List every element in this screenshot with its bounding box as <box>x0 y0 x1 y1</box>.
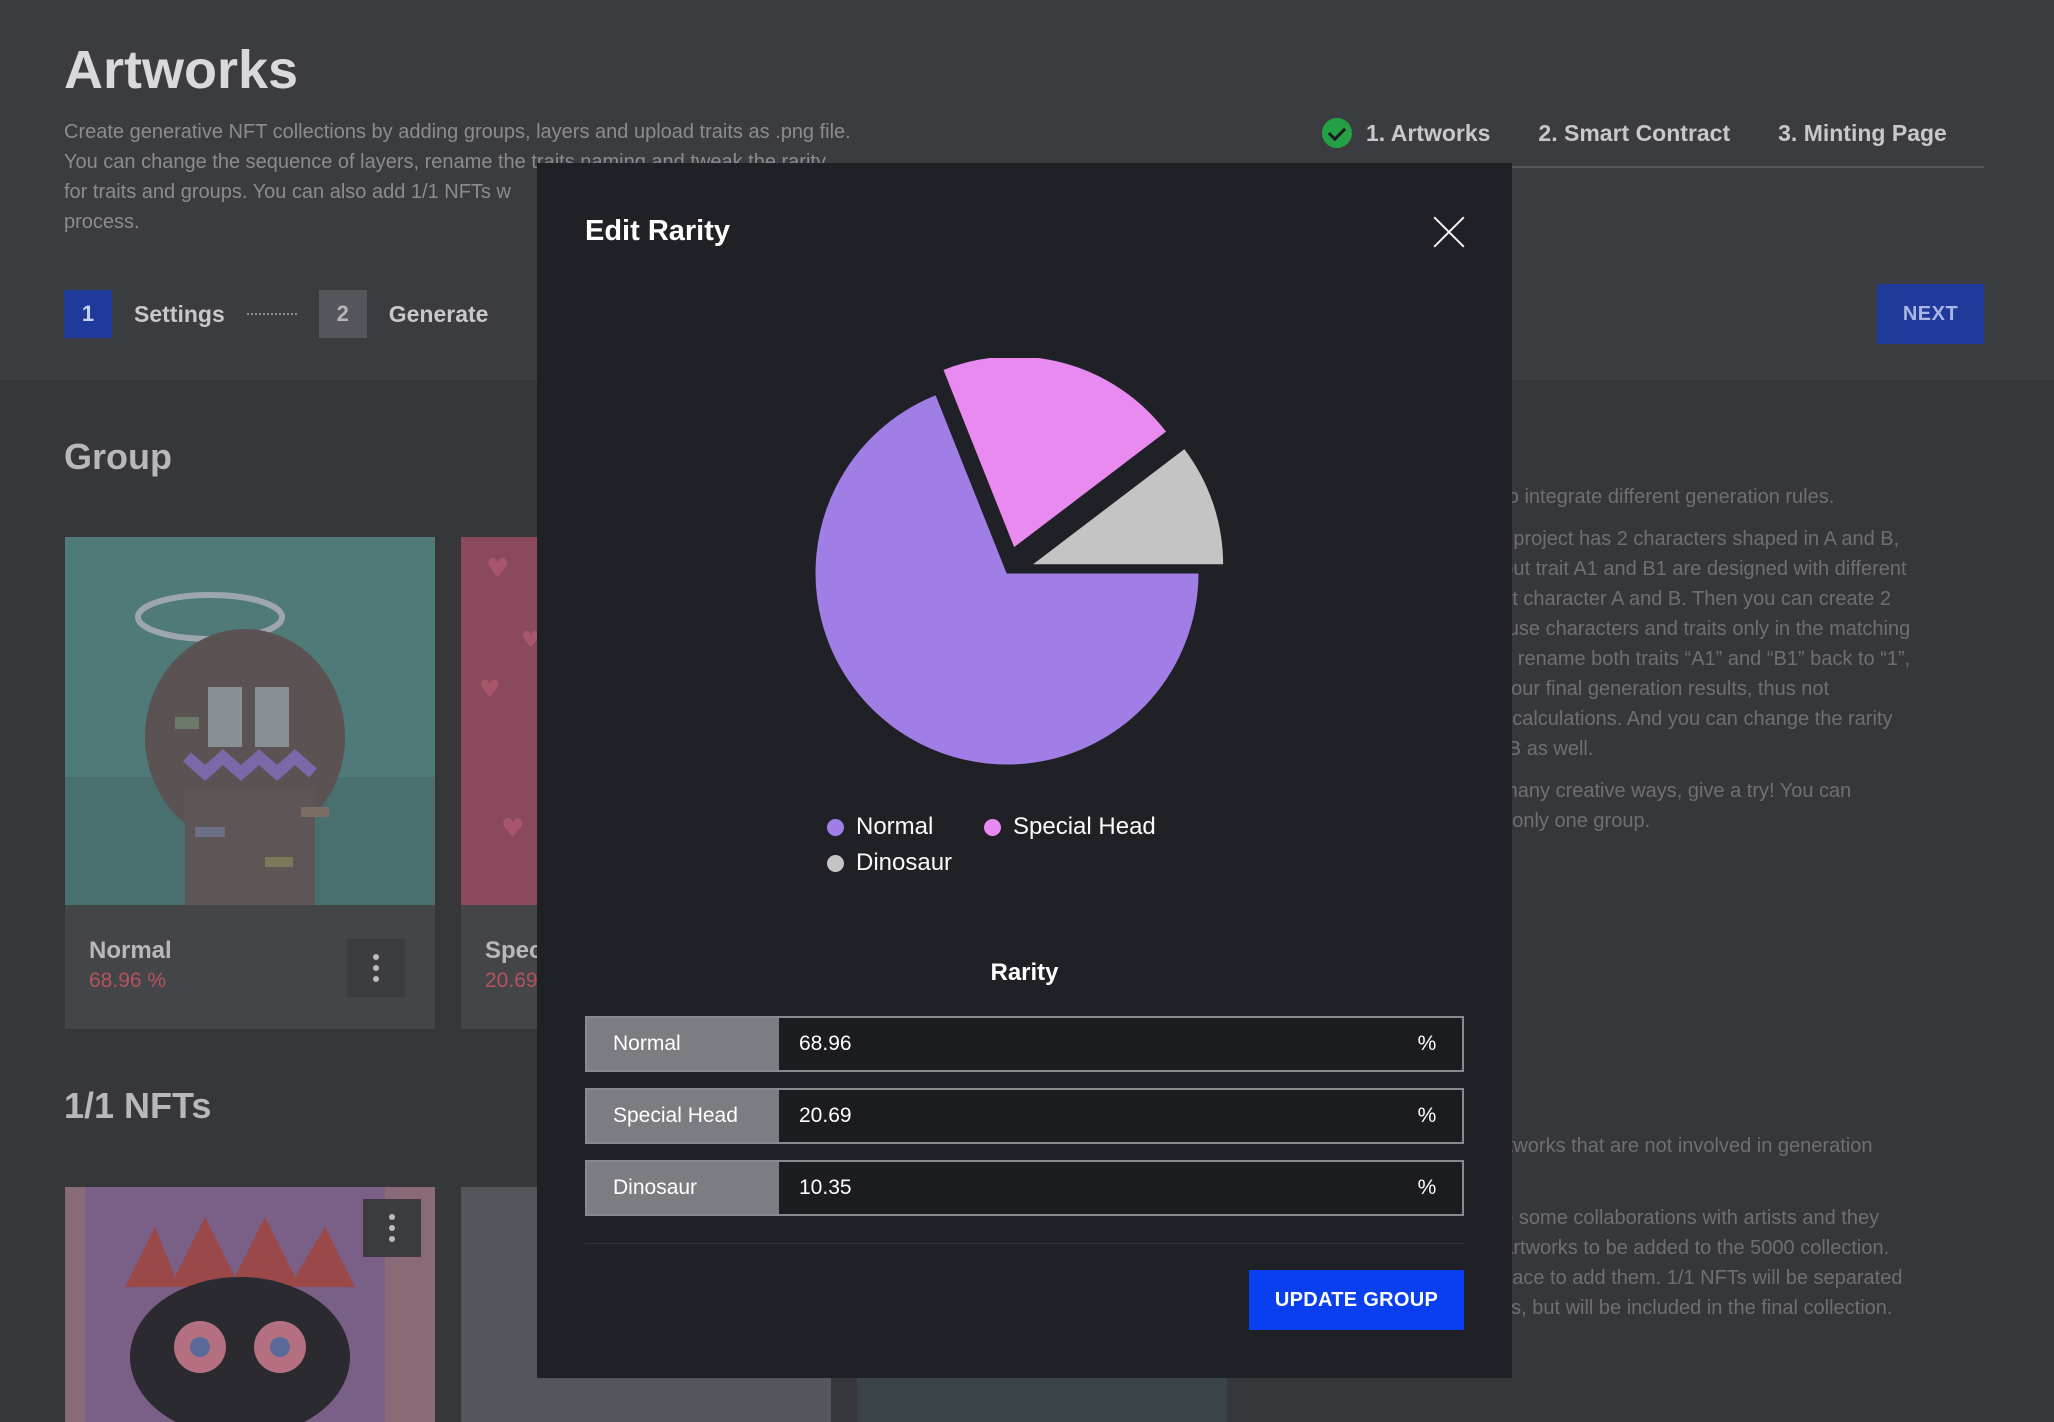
rarity-input-dinosaur[interactable] <box>779 1162 1392 1214</box>
rarity-row-label: Normal <box>587 1018 779 1070</box>
svg-text:♥: ♥ <box>486 554 509 584</box>
legend-item-normal[interactable]: Normal <box>827 813 984 841</box>
top-progress-steps: 1. Artworks 2. Smart Contract 3. Minting… <box>1322 118 1947 148</box>
top-step-label: 2. Smart Contract <box>1538 119 1731 146</box>
rarity-pie-chart <box>814 358 1225 766</box>
info-text: pfp project has 2 characters shaped in A… <box>1480 528 1911 760</box>
rarity-row-label: Special Head <box>587 1090 779 1142</box>
legend-label: Normal <box>856 813 934 840</box>
step-label-settings[interactable]: Settings <box>134 301 225 328</box>
info-text: l artworks that are not involved in gene… <box>1480 1135 1873 1157</box>
info-text: in many creative ways, give a try! You c… <box>1480 780 1852 832</box>
next-button[interactable]: NEXT <box>1877 284 1984 344</box>
more-options-icon[interactable] <box>347 939 405 997</box>
rarity-input-normal[interactable] <box>779 1018 1392 1070</box>
step-connector <box>246 313 297 315</box>
modal-title: Edit Rarity <box>585 215 731 247</box>
legend-label: Dinosaur <box>856 849 953 876</box>
group-section-title: Group <box>64 436 172 477</box>
percent-unit: % <box>1417 1176 1437 1199</box>
group-card-name: Normal <box>89 937 172 964</box>
rarity-row-dinosaur: Dinosaur % <box>585 1160 1464 1216</box>
more-options-icon[interactable] <box>363 1199 421 1257</box>
percent-unit: % <box>1417 1032 1437 1055</box>
page-title: Artworks <box>64 40 299 100</box>
group-card-percent: 20.69 <box>485 969 538 992</box>
legend-swatch <box>827 854 844 872</box>
group-card-normal[interactable]: Normal 68.96 % <box>65 537 435 1029</box>
svg-text:♥: ♥ <box>479 675 501 703</box>
rarity-row-normal: Normal % <box>585 1016 1464 1072</box>
nfts-section-title: 1/1 NFTs <box>64 1085 212 1126</box>
step-number-active[interactable]: 1 <box>64 290 112 338</box>
svg-text:♥: ♥ <box>501 814 524 844</box>
legend-item-special-head[interactable]: Special Head <box>984 813 1184 841</box>
rarity-row-label: Dinosaur <box>587 1162 779 1214</box>
info-heading: s <box>1480 1085 2000 1115</box>
top-step-label: 1. Artworks <box>1366 119 1491 146</box>
modal-divider <box>585 1243 1464 1244</box>
top-step-minting-page[interactable]: 3. Minting Page <box>1778 120 1947 147</box>
rarity-input-special-head[interactable] <box>779 1090 1392 1142</box>
nft-card[interactable] <box>65 1187 435 1422</box>
info-text: rs to integrate different generation rul… <box>1480 486 1835 508</box>
step-number[interactable]: 2 <box>318 290 367 338</box>
close-icon[interactable] <box>1432 215 1466 249</box>
percent-unit: % <box>1417 1104 1437 1127</box>
step-label-generate[interactable]: Generate <box>389 301 489 328</box>
group-card-percent: 68.96 % <box>89 969 167 992</box>
legend-item-dinosaur[interactable]: Dinosaur <box>827 849 984 877</box>
check-circle-icon <box>1322 118 1352 148</box>
legend-swatch <box>827 818 844 836</box>
update-group-button[interactable]: UPDATE GROUP <box>1249 1270 1464 1330</box>
artwork-thumbnail <box>65 537 435 905</box>
legend-label: Special Head <box>1013 813 1156 840</box>
group-card-name: Spec <box>485 937 543 964</box>
rarity-row-special-head: Special Head % <box>585 1088 1464 1144</box>
top-step-smart-contract[interactable]: 2. Smart Contract <box>1538 120 1730 147</box>
rarity-heading: Rarity <box>990 959 1059 986</box>
stepper: 1 Settings 2 Generate <box>64 290 488 338</box>
edit-rarity-modal: Edit Rarity Normal Special Head Dinosaur… <box>537 163 1512 1378</box>
top-step-label: 3. Minting Page <box>1778 119 1947 146</box>
top-step-artworks[interactable]: 1. Artworks <box>1322 118 1490 148</box>
legend-swatch <box>984 818 1001 836</box>
info-text: ade some collaborations with artists and… <box>1480 1207 1903 1319</box>
chart-legend: Normal Special Head Dinosaur <box>827 813 1247 877</box>
